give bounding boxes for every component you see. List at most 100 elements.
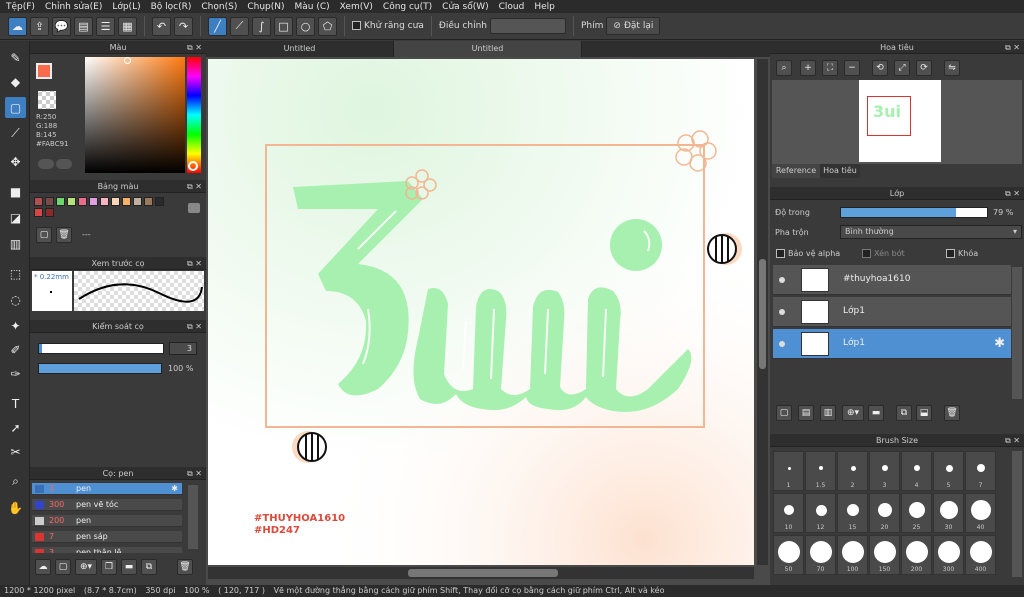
smudge-tool-icon[interactable]: ⟋: [5, 123, 26, 144]
speech-bubble-icon[interactable]: 💬: [52, 16, 71, 36]
palette-swatch[interactable]: [45, 208, 54, 217]
folder-icon[interactable]: ▬: [868, 405, 884, 421]
brush-delete-icon[interactable]: 🗑: [177, 559, 193, 575]
brush-size-cell[interactable]: 5: [933, 451, 964, 491]
gradient-tool-icon[interactable]: ▥: [5, 233, 26, 254]
brush-list-item[interactable]: 200 pen: [32, 515, 182, 527]
eye-icon[interactable]: [779, 309, 785, 315]
brush-list-item[interactable]: 3 pen thân lệ: [32, 547, 182, 553]
brush-size-cell[interactable]: 15: [837, 493, 868, 533]
tab-reference[interactable]: Reference: [772, 164, 820, 178]
duplicate-layer-icon[interactable]: ⧉: [896, 405, 912, 421]
new-layer-icon[interactable]: ▢: [776, 405, 792, 421]
tab-untitled-1[interactable]: Untitled: [206, 41, 394, 57]
brush-size-cell[interactable]: 150: [869, 535, 900, 575]
select-rect-tool-icon[interactable]: ▢: [5, 97, 26, 118]
zoom-reset-icon[interactable]: ⌕: [776, 60, 792, 76]
marquee-tool-icon[interactable]: ⬚: [5, 263, 26, 284]
protect-alpha-checkbox[interactable]: Bảo vệ alpha: [776, 249, 840, 258]
palette-swatch[interactable]: [78, 197, 87, 206]
brush-size-cell[interactable]: 10: [773, 493, 804, 533]
panel-close-icon[interactable]: ⧉ ✕: [1005, 187, 1020, 200]
palette-swatch[interactable]: [155, 197, 164, 206]
delete-layer-icon[interactable]: 🗑: [944, 405, 960, 421]
palette-swatch[interactable]: [56, 197, 65, 206]
palette-swatch[interactable]: [144, 197, 153, 206]
delete-palette-icon[interactable]: 🗑: [56, 227, 72, 243]
panel-close-icon[interactable]: ⧉ ✕: [187, 257, 202, 270]
layer-opacity-slider[interactable]: [840, 207, 988, 218]
ellipse-tool-icon[interactable]: ○: [296, 16, 315, 36]
brush-tool-icon[interactable]: ✎: [5, 47, 26, 68]
brush-size-cell[interactable]: 20: [869, 493, 900, 533]
fullscreen-icon[interactable]: ⤢: [894, 60, 910, 76]
brush-size-cell[interactable]: 300: [933, 535, 964, 575]
palette-swatch[interactable]: [45, 197, 54, 206]
brush-list-item[interactable]: 300 pen vẽ tóc: [32, 499, 182, 511]
panel-close-icon[interactable]: ⧉ ✕: [1005, 41, 1020, 54]
brush-size-cell[interactable]: 7: [965, 451, 996, 491]
cloud-icon[interactable]: ☁: [8, 16, 27, 36]
palette-swatch[interactable]: [67, 197, 76, 206]
grid-icon[interactable]: ▦: [118, 16, 137, 36]
menu-item[interactable]: Xem(V): [340, 2, 373, 12]
menu-item[interactable]: Tệp(F): [6, 2, 35, 12]
palette-swatch[interactable]: [133, 197, 142, 206]
merge-layer-icon[interactable]: ⬓: [916, 405, 932, 421]
new-palette-icon[interactable]: ▢: [36, 227, 52, 243]
transparent-swatch[interactable]: [38, 91, 56, 109]
menu-item[interactable]: Màu (C): [295, 2, 330, 12]
curve-tool-icon[interactable]: ∫: [252, 16, 271, 36]
brush-size-cell[interactable]: 100: [837, 535, 868, 575]
navigator-view[interactable]: 3ui: [772, 80, 1022, 164]
drawing-canvas[interactable]: #THUYHOA1610 #HD247: [208, 59, 754, 565]
layer-row[interactable]: #thuyhoa1610: [773, 265, 1011, 295]
brush-size-input[interactable]: 3: [169, 342, 197, 355]
eyedropper-tool-icon[interactable]: ⌕: [5, 471, 26, 492]
magic-wand-tool-icon[interactable]: ✦: [5, 315, 26, 336]
tab-untitled-2[interactable]: Untitled: [394, 41, 582, 57]
panel-close-icon[interactable]: ⧉ ✕: [1005, 434, 1020, 447]
list-icon[interactable]: ☰: [96, 16, 115, 36]
new-layer3-icon[interactable]: ▥: [820, 405, 836, 421]
color-mode-icon[interactable]: [38, 159, 54, 169]
rectangle-tool-icon[interactable]: □: [274, 16, 293, 36]
panel-icon[interactable]: ▤: [74, 16, 93, 36]
lock-checkbox[interactable]: Khóa: [946, 249, 978, 258]
brush-size-cell[interactable]: 50: [773, 535, 804, 575]
menu-item[interactable]: Cloud: [499, 2, 525, 12]
zoom-in-icon[interactable]: +: [800, 60, 816, 76]
layer-scrollbar[interactable]: [1012, 267, 1022, 399]
fit-icon[interactable]: ⛶: [822, 60, 838, 76]
palette-swatch[interactable]: [34, 197, 43, 206]
menu-item[interactable]: Help: [534, 2, 555, 12]
rotate-left-icon[interactable]: ⟲: [872, 60, 888, 76]
brush-size-cell[interactable]: 2: [837, 451, 868, 491]
brush-cloud-icon[interactable]: ☁: [35, 559, 51, 575]
bucket-tool-icon[interactable]: ◪: [5, 207, 26, 228]
brush-new-icon[interactable]: ▢: [55, 559, 71, 575]
brush-size-cell[interactable]: 1.5: [805, 451, 836, 491]
text-tool-icon[interactable]: T: [5, 393, 26, 414]
divide-tool-icon[interactable]: ✂: [5, 441, 26, 462]
palette-swatch[interactable]: [89, 197, 98, 206]
brush-size-cell[interactable]: 12: [805, 493, 836, 533]
palette-swatch[interactable]: [111, 197, 120, 206]
move-tool-icon[interactable]: ✥: [5, 151, 26, 172]
brush-size-scrollbar[interactable]: [1012, 451, 1022, 577]
redo-icon[interactable]: ↷: [174, 16, 193, 36]
hand-tool-icon[interactable]: ✋: [5, 497, 26, 518]
brush-size-cell[interactable]: 70: [805, 535, 836, 575]
export-icon[interactable]: ⇪: [30, 16, 49, 36]
palette-swatch[interactable]: [34, 208, 43, 217]
brush-duplicate-icon[interactable]: ⧉: [141, 559, 157, 575]
adjust-dropdown[interactable]: [489, 18, 566, 34]
canvas-vertical-scrollbar[interactable]: [757, 59, 768, 565]
brush-size-cell[interactable]: 30: [933, 493, 964, 533]
saturation-value-picker[interactable]: [85, 57, 185, 173]
brush-list-item[interactable]: 3 pen ✱: [32, 483, 182, 495]
brush-size-cell[interactable]: 400: [965, 535, 996, 575]
panel-close-icon[interactable]: ⧉ ✕: [187, 320, 202, 333]
menu-item[interactable]: Lớp(L): [112, 2, 140, 12]
brush-size-cell[interactable]: 3: [869, 451, 900, 491]
